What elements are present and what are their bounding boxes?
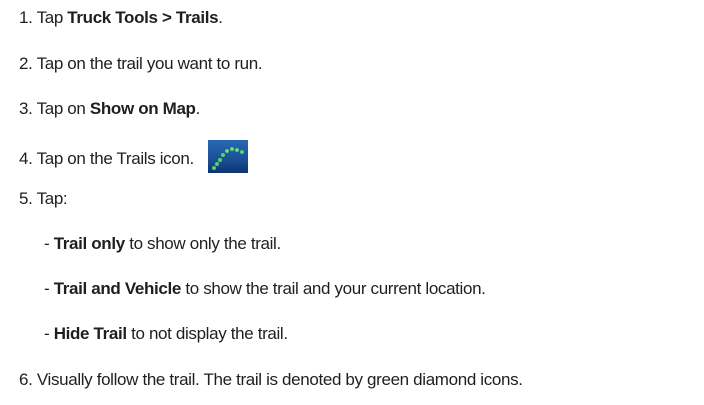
step-number: 3. xyxy=(19,99,33,118)
option-description: to show the trail and your current locat… xyxy=(180,279,486,298)
option-dash: - xyxy=(44,279,54,298)
step-2: 2. Tap on the trail you want to run. xyxy=(19,53,263,75)
option-dash: - xyxy=(44,324,54,343)
step-emphasis: Truck Tools > Trails xyxy=(67,8,219,27)
step-text: Tap xyxy=(36,8,68,27)
option-trail-only: - Trail only to show only the trail. xyxy=(44,233,281,255)
step-text: Tap on the trail you want to run. xyxy=(36,54,263,73)
step-4: 4. Tap on the Trails icon. xyxy=(19,140,249,176)
step-5: 5. Tap: xyxy=(19,188,68,210)
step-text: . xyxy=(195,99,201,118)
step-number: 6. xyxy=(19,370,33,389)
instruction-document: 1. Tap Truck Tools > Trails. 2. Tap on t… xyxy=(0,0,704,405)
option-description: to show only the trail. xyxy=(124,234,281,253)
trails-icon xyxy=(208,140,249,173)
step-3: 3. Tap on Show on Map. xyxy=(19,98,200,120)
step-number: 2. xyxy=(19,54,33,73)
step-emphasis: Show on Map xyxy=(89,99,196,118)
step-text: Visually follow the trail. The trail is … xyxy=(36,370,523,389)
option-name: Trail and Vehicle xyxy=(53,279,182,298)
option-name: Trail only xyxy=(53,234,125,253)
step-text: . xyxy=(218,8,223,27)
step-number: 5. xyxy=(19,189,33,208)
option-hide-trail: - Hide Trail to not display the trail. xyxy=(44,323,288,345)
step-number: 4. xyxy=(19,148,33,168)
option-dash: - xyxy=(44,234,54,253)
step-number: 1. xyxy=(19,8,33,27)
step-1: 1. Tap Truck Tools > Trails. xyxy=(19,7,223,29)
step-text: Tap on the Trails icon. xyxy=(36,148,195,168)
option-description: to not display the trail. xyxy=(126,324,288,343)
step-text: Tap: xyxy=(36,189,68,208)
step-text: Tap on xyxy=(36,99,90,118)
option-trail-and-vehicle: - Trail and Vehicle to show the trail an… xyxy=(44,278,486,300)
step-6: 6. Visually follow the trail. The trail … xyxy=(19,369,523,391)
option-name: Hide Trail xyxy=(53,324,127,343)
